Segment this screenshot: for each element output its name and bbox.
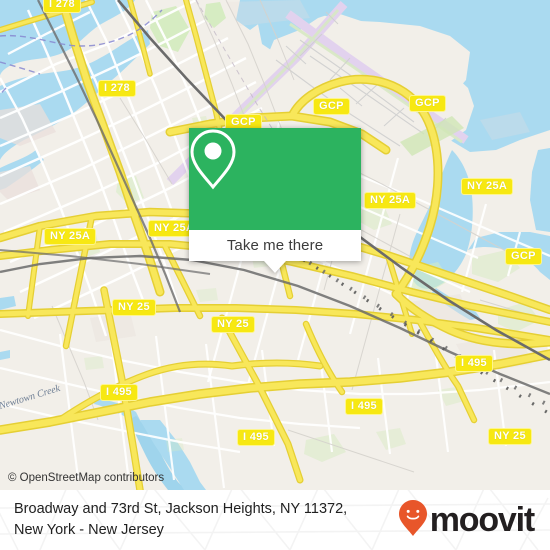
route-shield: I 495 xyxy=(345,398,383,415)
take-me-there-label: Take me there xyxy=(226,237,324,254)
route-shield: GCP xyxy=(409,95,446,112)
popup-header xyxy=(189,128,361,230)
route-shield: I 278 xyxy=(98,80,136,97)
route-shield: I 495 xyxy=(237,429,275,446)
route-shield: I 495 xyxy=(455,355,493,372)
route-shield: NY 25A xyxy=(461,178,514,195)
map-canvas[interactable]: I 278 I 278 GCP GCP GCP NY 25A NY 25A NY 25A NY … xyxy=(0,0,550,490)
location-address: Broadway and 73rd St, Jackson Heights, N… xyxy=(14,499,398,541)
moovit-logo[interactable]: moovit xyxy=(398,499,540,542)
route-shield: NY 25 xyxy=(488,428,532,445)
footer-bar: Broadway and 73rd St, Jackson Heights, N… xyxy=(0,490,550,550)
route-shield: I 278 xyxy=(43,0,81,13)
route-shield: NY 25A xyxy=(44,228,97,245)
route-shield: NY 25 xyxy=(112,299,156,316)
moovit-pin-icon xyxy=(398,499,428,542)
address-line-1: Broadway and 73rd St, Jackson Heights, N… xyxy=(14,501,348,517)
osm-attribution: © OpenStreetMap contributors xyxy=(8,472,165,484)
route-shield: NY 25A xyxy=(364,192,417,209)
address-line-2: New York - New Jersey xyxy=(14,522,164,538)
route-shield: GCP xyxy=(313,98,350,115)
take-me-there-button[interactable]: Take me there xyxy=(189,230,361,261)
route-shield: GCP xyxy=(505,248,542,265)
route-shield: NY 25 xyxy=(211,316,255,333)
moovit-wordmark: moovit xyxy=(429,501,535,539)
popup-pointer-tail xyxy=(264,261,286,273)
moovit-map-screenshot: I 278 I 278 GCP GCP GCP NY 25A NY 25A NY 25A NY … xyxy=(0,0,550,550)
location-popup-card[interactable]: Take me there xyxy=(189,128,361,273)
route-shield: I 495 xyxy=(100,384,138,401)
